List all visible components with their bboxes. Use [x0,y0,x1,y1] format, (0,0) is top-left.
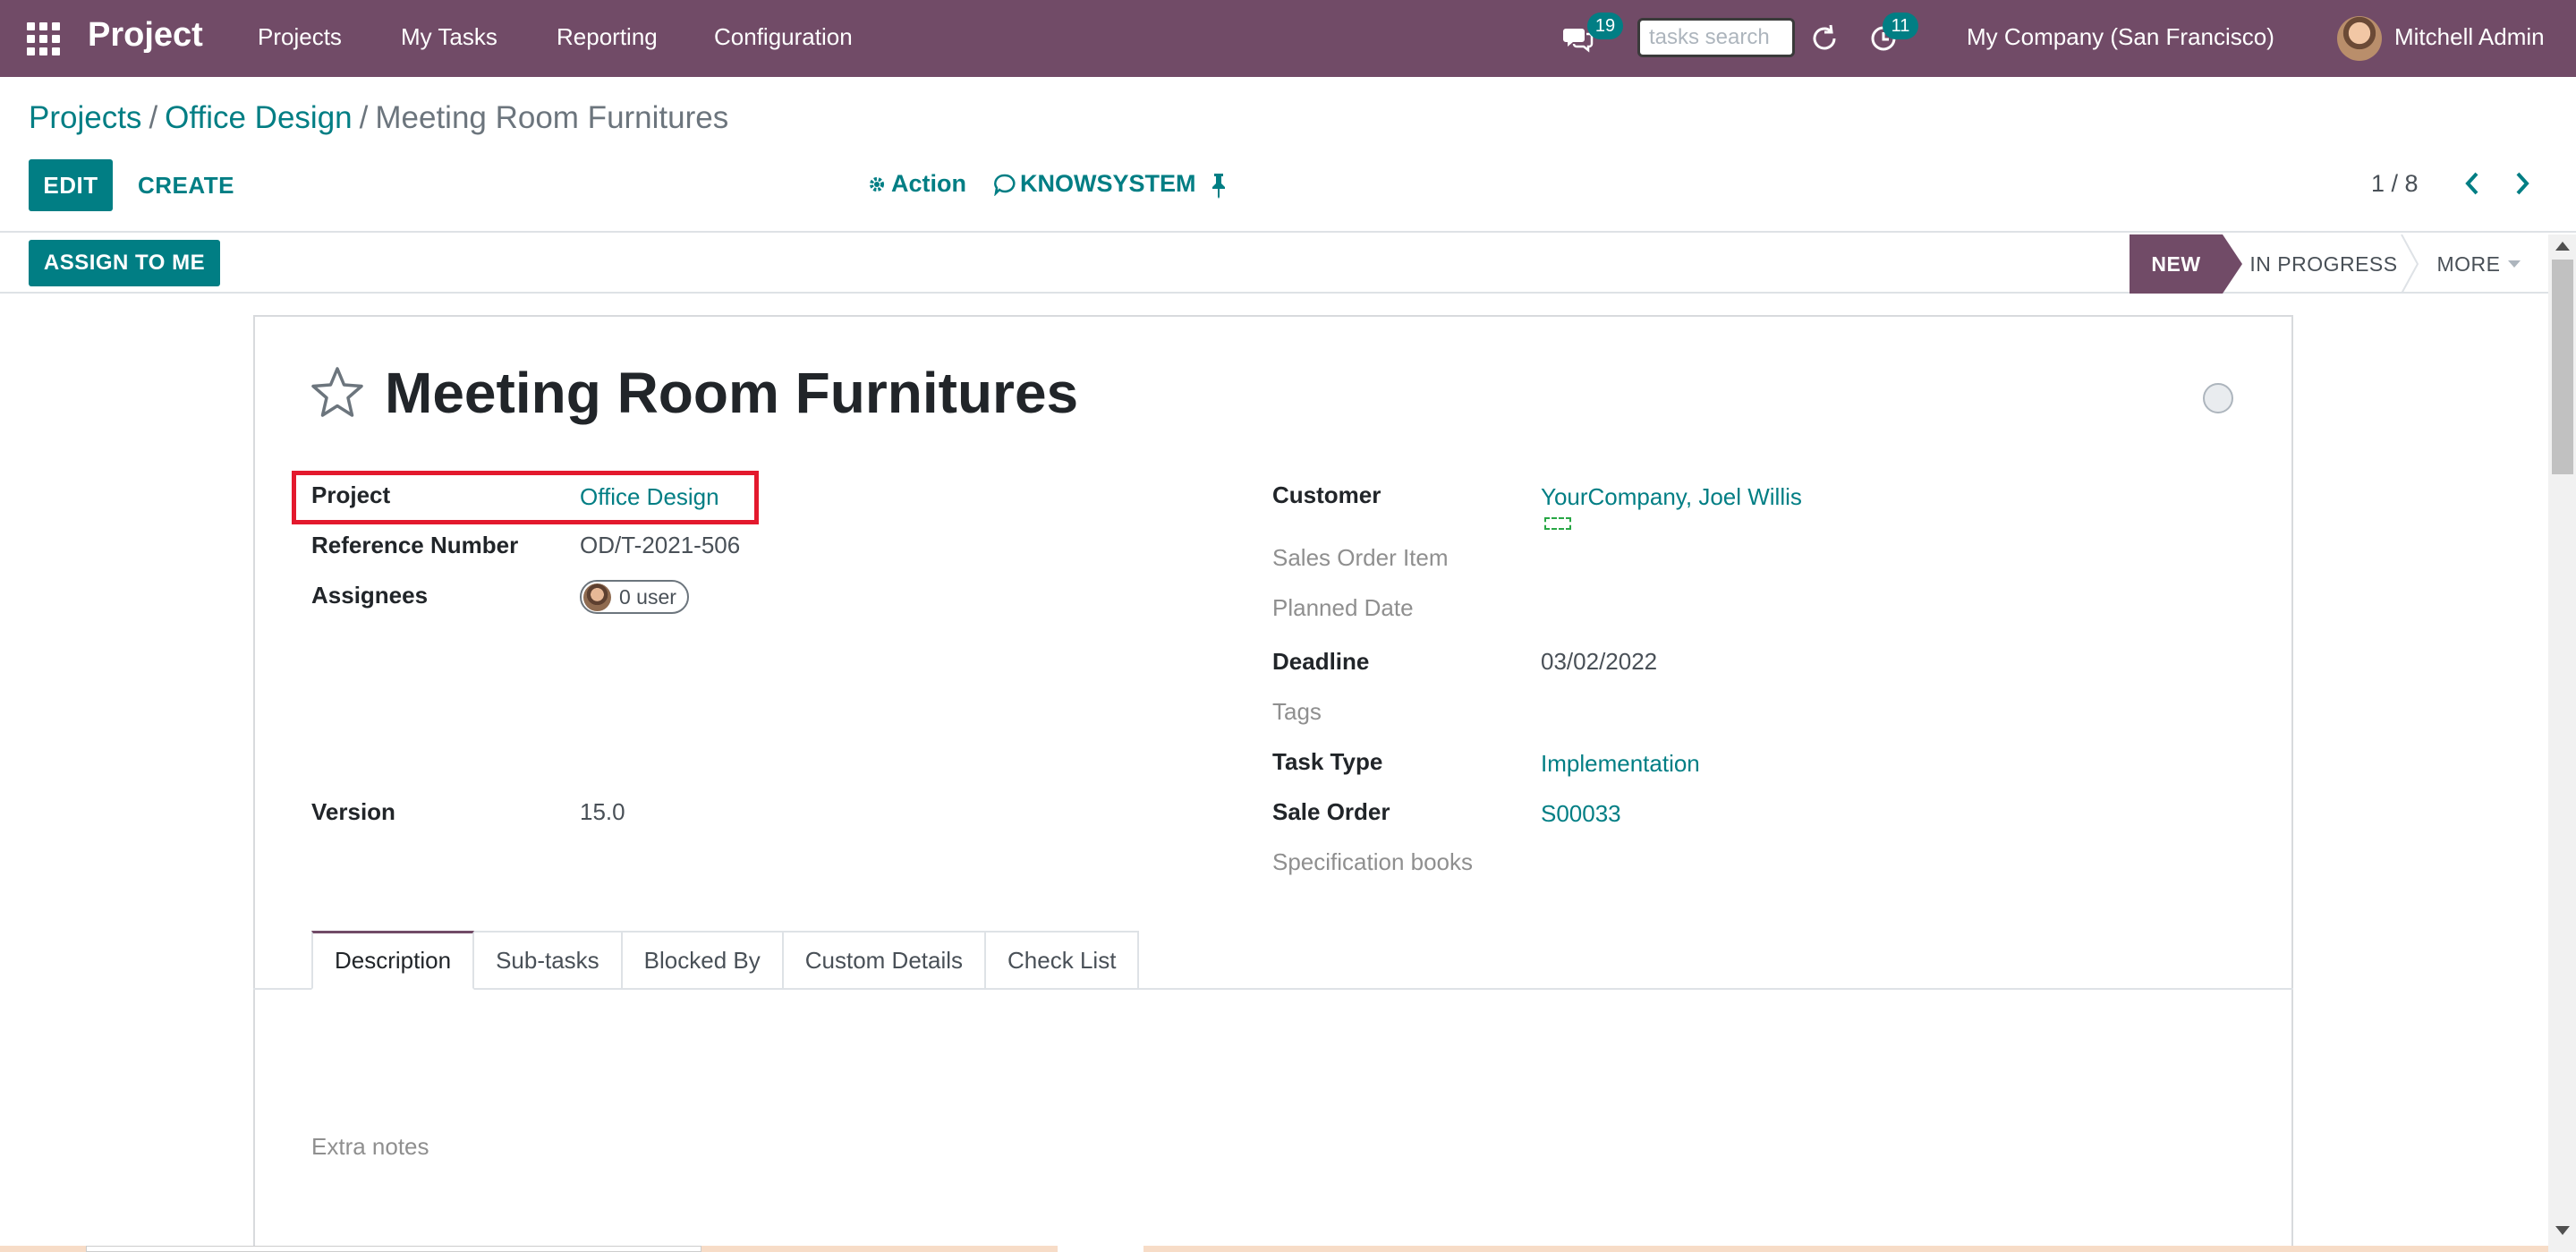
control-panel-divider [0,231,2576,233]
scroll-down-arrow-icon[interactable] [2555,1226,2570,1235]
assignees-label: Assignees [311,582,429,609]
deadline-value[interactable]: 03/02/2022 [1541,648,1657,676]
assignee-chip[interactable]: 0 user [580,580,689,614]
top-navbar: Project Projects My Tasks Reporting Conf… [0,0,2576,77]
sale-order-label: Sale Order [1272,798,1390,825]
sale-order-value[interactable]: S00033 [1541,800,1621,828]
star-icon[interactable] [310,365,365,419]
breadcrumb: Projects / Office Design / Meeting Room Furn… [29,100,728,136]
pager-value[interactable]: 1 / 8 [2371,170,2419,198]
assignee-chip-label: 0 user [619,584,676,609]
assignee-avatar [583,583,611,611]
deadline-label: Deadline [1272,648,1370,675]
planned-date-label: Planned Date [1272,594,1414,621]
menu-projects[interactable]: Projects [258,23,342,51]
tab-blocked-by[interactable]: Blocked By [622,931,784,990]
action-label: Action [891,170,966,197]
breadcrumb-projects[interactable]: Projects [29,100,141,135]
edit-button[interactable]: EDIT [29,159,113,211]
stage-in-progress[interactable]: IN PROGRESS [2248,234,2400,294]
company-switcher[interactable]: My Company (San Francisco) [1967,23,2274,51]
messages-count-badge: 19 [1587,13,1623,39]
project-label: Project [311,481,391,508]
reference-number-label: Reference Number [311,532,519,558]
customer-extra-widget[interactable] [1544,517,1571,530]
breadcrumb-separator: / [359,100,369,135]
menu-reporting[interactable]: Reporting [557,23,658,51]
breadcrumb-office-design[interactable]: Office Design [165,100,352,135]
app-title[interactable]: Project [88,16,203,55]
project-value[interactable]: Office Design [580,483,719,511]
pin-icon[interactable] [1208,172,1229,199]
stage-new-arrow [2223,234,2242,294]
form-sheet [253,315,2293,1252]
stage-separator-chevron [2401,234,2419,294]
scroll-up-arrow-icon[interactable] [2555,242,2570,251]
user-avatar[interactable] [2337,16,2382,61]
knowsystem-button[interactable]: KNOWSYSTEM [993,170,1196,198]
kanban-state-indicator[interactable] [2203,383,2233,413]
bottom-strip-segment [86,1246,701,1252]
chevron-right-icon[interactable] [2509,168,2536,199]
notebook-tabs: Description Sub-tasks Blocked By Custom … [311,931,1140,990]
menu-configuration[interactable]: Configuration [714,23,853,51]
sales-order-item-label: Sales Order Item [1272,544,1449,571]
description-placeholder[interactable]: Extra notes [311,1133,429,1161]
create-button[interactable]: CREATE [138,172,234,200]
tab-check-list[interactable]: Check List [986,931,1140,990]
caret-down-icon [2507,260,2521,268]
comment-icon [994,174,1016,196]
breadcrumb-current: Meeting Room Furnitures [375,100,729,135]
customer-value[interactable]: YourCompany, Joel Willis [1541,483,1802,511]
quick-search-input[interactable]: tasks search [1637,18,1795,57]
breadcrumb-separator: / [149,100,158,135]
task-type-value[interactable]: Implementation [1541,750,1700,778]
task-type-label: Task Type [1272,748,1383,775]
stage-more-dropdown[interactable]: MORE [2427,234,2530,294]
scrollbar-thumb[interactable] [2552,260,2573,474]
assign-to-me-button[interactable]: ASSIGN TO ME [29,240,220,286]
tab-custom-details[interactable]: Custom Details [783,931,987,990]
task-title[interactable]: Meeting Room Furnitures [385,360,1078,426]
reference-number-value: OD/T-2021-506 [580,532,741,558]
customer-label: Customer [1272,481,1382,508]
chevron-left-icon[interactable] [2459,168,2486,199]
stage-more-label: MORE [2436,251,2501,276]
bottom-strip-segment [1058,1246,1143,1252]
refresh-icon[interactable] [1807,21,1841,55]
version-label: Version [311,798,395,825]
knowsystem-label: KNOWSYSTEM [1020,170,1196,197]
version-value: 15.0 [580,798,625,825]
stage-new[interactable]: NEW [2130,234,2223,294]
action-dropdown[interactable]: Action [868,170,966,198]
tab-sub-tasks[interactable]: Sub-tasks [474,931,623,990]
gear-icon [870,176,884,192]
specification-books-label: Specification books [1272,848,1474,875]
tab-description[interactable]: Description [311,931,475,990]
statusbar: ASSIGN TO ME NEW IN PROGRESS MORE [0,234,2548,294]
apps-menu-icon[interactable] [27,22,61,55]
activities-count-badge: 11 [1883,13,1918,39]
menu-my-tasks[interactable]: My Tasks [401,23,497,51]
user-menu[interactable]: Mitchell Admin [2394,23,2545,51]
tags-label: Tags [1272,698,1322,725]
